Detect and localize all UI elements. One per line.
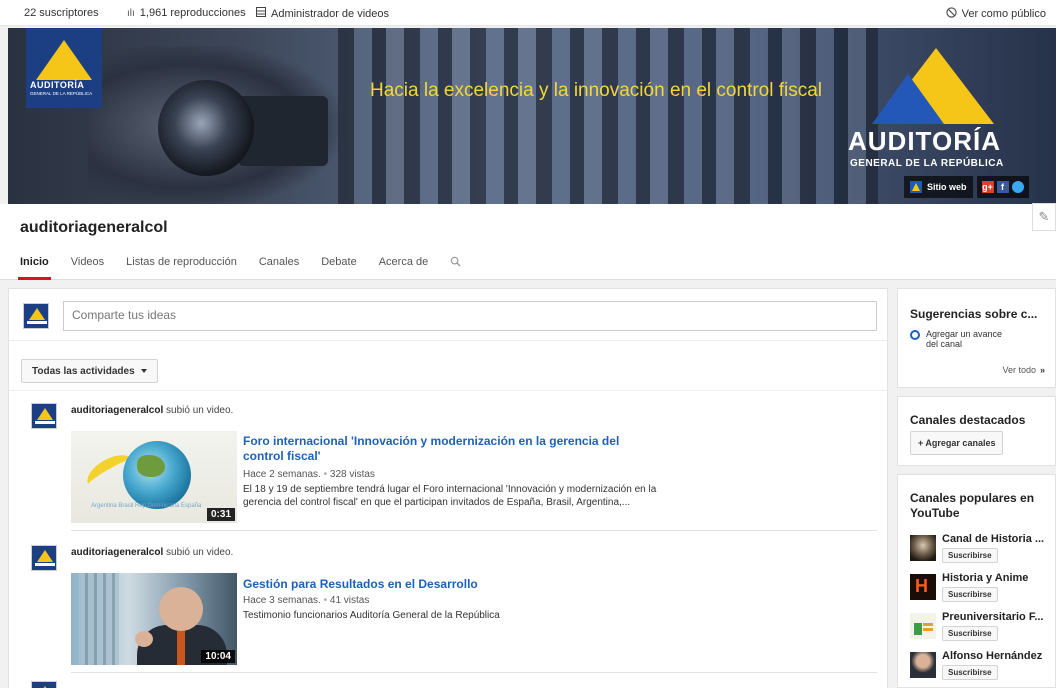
tab-videos[interactable]: Videos bbox=[71, 256, 104, 280]
channel-header: auditoriageneralcol Inicio Videos Listas… bbox=[0, 204, 1056, 280]
circle-icon bbox=[910, 330, 920, 340]
feed-user-link[interactable]: auditoriageneralcol bbox=[71, 547, 163, 558]
suggestions-title: Sugerencias sobre c... bbox=[910, 307, 1038, 321]
popular-channel-item: Historia y Anime Suscribirse bbox=[910, 572, 1056, 606]
subscribe-button[interactable]: Suscribirse bbox=[942, 665, 998, 680]
tab-playlists[interactable]: Listas de reproducción bbox=[126, 256, 237, 280]
view-count: ılı 1,961 reproducciones bbox=[127, 7, 246, 19]
channel-avatar[interactable] bbox=[910, 535, 936, 561]
subscriber-count: 22 suscriptores bbox=[24, 7, 99, 19]
tab-channels[interactable]: Canales bbox=[259, 256, 299, 280]
popular-channel-item: Alfonso Hernández Suscribirse bbox=[910, 650, 1056, 684]
channel-name-link[interactable]: Canal de Historia ... bbox=[942, 533, 1056, 545]
google-plus-icon[interactable]: g+ bbox=[981, 181, 994, 193]
see-all-link[interactable]: Ver todo» bbox=[1002, 365, 1045, 375]
subscribe-button[interactable]: Suscribirse bbox=[942, 587, 998, 602]
avatar[interactable] bbox=[31, 681, 57, 688]
channel-search-icon[interactable] bbox=[450, 256, 461, 280]
video-description: Testimonio funcionarios Auditoría Genera… bbox=[243, 610, 500, 621]
channel-banner: AUDITORÍA GENERAL DE LA REPÚBLICA Hacia … bbox=[8, 28, 1056, 204]
add-channels-button[interactable]: + Agregar canales bbox=[910, 431, 1004, 455]
tab-about[interactable]: Acerca de bbox=[379, 256, 429, 280]
feed-item-header: auditoriageneralcol subió un video. bbox=[71, 547, 234, 558]
video-title-link[interactable]: Gestión para Resultados en el Desarrollo bbox=[243, 577, 663, 592]
channel-avatar[interactable] bbox=[910, 613, 936, 639]
tab-inicio[interactable]: Inicio bbox=[18, 256, 51, 280]
popular-channels-card: Canales populares en YouTube Canal de Hi… bbox=[897, 474, 1056, 688]
popular-channel-item: Canal de Historia ... Suscribirse bbox=[910, 533, 1056, 567]
chevron-down-icon bbox=[140, 369, 147, 373]
subscribe-button[interactable]: Suscribirse bbox=[942, 626, 998, 641]
feed-item: auditoriageneralcol subió un video. 10:0… bbox=[9, 541, 887, 673]
subscribe-button[interactable]: Suscribirse bbox=[942, 548, 998, 563]
video-meta: Hace 3 semanas. • 41 vistas bbox=[243, 595, 370, 606]
channel-stats-bar: 22 suscriptores ılı 1,961 reproducciones… bbox=[0, 0, 1056, 26]
channel-avatar[interactable] bbox=[910, 652, 936, 678]
channel-title: auditoriageneralcol bbox=[20, 219, 168, 236]
video-manager-link[interactable]: Administrador de videos bbox=[256, 7, 389, 20]
video-duration: 10:04 bbox=[201, 650, 235, 663]
channel-tabs: Inicio Videos Listas de reproducción Can… bbox=[18, 256, 483, 280]
video-title-link[interactable]: Foro internacional 'Innovación y moderni… bbox=[243, 434, 663, 464]
filter-row: Todas las actividades bbox=[9, 341, 887, 391]
double-chevron-right-icon: » bbox=[1039, 365, 1045, 375]
video-manager-icon bbox=[256, 7, 266, 20]
banner-slogan: Hacia la excelencia y la innovación en e… bbox=[370, 80, 823, 101]
avatar[interactable] bbox=[31, 403, 57, 429]
website-icon bbox=[910, 181, 922, 193]
view-as-public-link[interactable]: Ver como público bbox=[945, 7, 1046, 21]
featured-channels-title: Canales destacados bbox=[910, 413, 1026, 427]
bar-chart-icon: ılı bbox=[127, 7, 135, 19]
share-input[interactable]: Comparte tus ideas bbox=[63, 301, 877, 331]
channel-name-link[interactable]: Alfonso Hernández bbox=[942, 650, 1056, 662]
feed-user-link[interactable]: auditoriageneralcol bbox=[71, 405, 163, 416]
tab-discussion[interactable]: Debate bbox=[321, 256, 356, 280]
share-row: Comparte tus ideas bbox=[9, 289, 887, 341]
channel-suggestions-card: Sugerencias sobre c... Agregar un avance… bbox=[897, 288, 1056, 388]
activity-filter-dropdown[interactable]: Todas las actividades bbox=[21, 359, 158, 383]
channel-logo-small: AUDITORÍA GENERAL DE LA REPÚBLICA bbox=[26, 28, 102, 108]
social-links: g+ f bbox=[976, 176, 1029, 198]
featured-channels-card: Canales destacados + Agregar canales bbox=[897, 396, 1056, 466]
banner-people-background bbox=[338, 28, 878, 204]
activity-feed-panel: Comparte tus ideas Todas las actividades… bbox=[8, 288, 888, 688]
avatar bbox=[23, 303, 49, 329]
channel-logo-large: AUDITORÍA GENERAL DE LA REPÚBLICA bbox=[838, 40, 1038, 190]
video-description: El 18 y 19 de septiembre tendrá lugar el… bbox=[243, 484, 657, 508]
feed-item: auditoriageneralcol subió un video. Arge… bbox=[9, 399, 887, 531]
video-meta: Hace 2 semanas. • 328 vistas bbox=[243, 469, 375, 480]
banner-links: Sitio web g+ f bbox=[904, 176, 1029, 198]
video-thumbnail[interactable]: Argentina Brasil Rep.Dominicana España 0… bbox=[71, 431, 237, 523]
video-duration: 0:31 bbox=[206, 508, 235, 521]
website-link[interactable]: Sitio web bbox=[904, 176, 973, 198]
twitter-icon[interactable] bbox=[1011, 181, 1024, 193]
facebook-icon[interactable]: f bbox=[996, 181, 1009, 193]
video-thumbnail[interactable]: 10:04 bbox=[71, 573, 237, 665]
popular-channels-title: Canales populares en YouTube bbox=[910, 491, 1035, 520]
feed-item-header: auditoriageneralcol subió un video. bbox=[71, 405, 234, 416]
add-channel-trailer-suggestion[interactable]: Agregar un avance del canal bbox=[910, 329, 1006, 349]
globe-icon bbox=[945, 7, 957, 21]
channel-name-link[interactable]: Preuniversitario F... bbox=[942, 611, 1056, 623]
popular-channel-item: Preuniversitario F... Suscribirse bbox=[910, 611, 1056, 645]
channel-avatar[interactable] bbox=[910, 574, 936, 600]
edit-pencil-icon[interactable]: ✎ bbox=[1032, 203, 1056, 231]
avatar[interactable] bbox=[31, 545, 57, 571]
channel-name-link[interactable]: Historia y Anime bbox=[942, 572, 1056, 584]
banner-camera-image bbox=[88, 46, 338, 204]
